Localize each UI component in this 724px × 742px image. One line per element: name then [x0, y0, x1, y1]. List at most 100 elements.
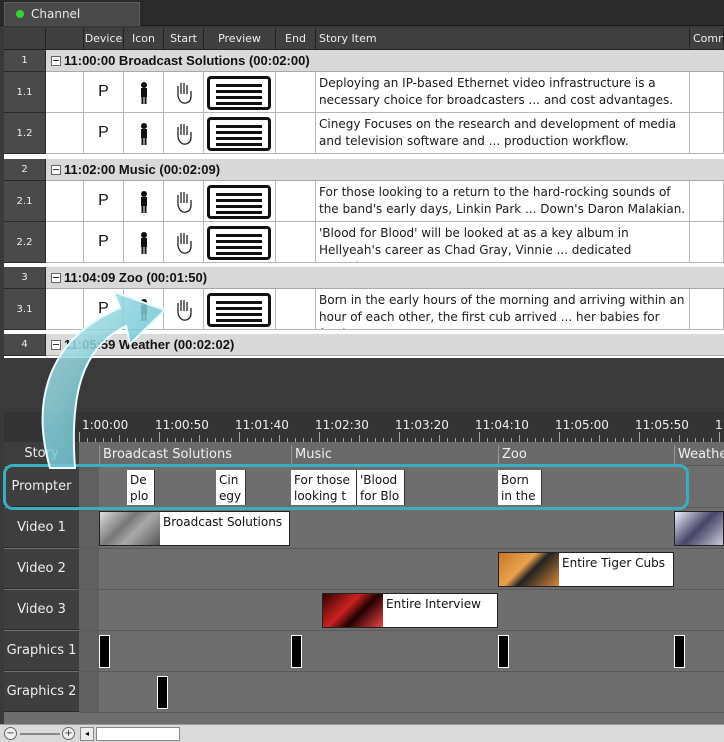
row-check-cell[interactable]	[46, 289, 84, 330]
group-row-zoo[interactable]: 11:04:09 Zoo (00:01:50)	[46, 267, 724, 289]
comment-cell[interactable]	[690, 289, 724, 330]
row-check-cell[interactable]	[46, 222, 84, 263]
comment-cell[interactable]	[690, 113, 724, 154]
zoom-in-icon[interactable]: +	[62, 727, 75, 740]
header-icon[interactable]: Icon	[124, 28, 164, 50]
preview-cell[interactable]	[204, 289, 276, 330]
comment-cell[interactable]	[690, 72, 724, 113]
prompter-clip[interactable]: 'Blood for Blo	[357, 470, 405, 505]
track-label-video-2: Video 2	[4, 549, 79, 589]
start-cell[interactable]	[164, 222, 204, 263]
track-label-graphics-1: Graphics 1	[4, 631, 79, 671]
story-cell[interactable]: Cinegy Focuses on the research and devel…	[316, 113, 690, 154]
story-cell[interactable]: 'Blood for Blood' will be looked at as a…	[316, 222, 690, 263]
collapse-icon[interactable]	[51, 340, 61, 350]
collapse-icon[interactable]	[51, 273, 61, 283]
graphics-2-lane	[79, 672, 724, 713]
collapse-icon[interactable]	[51, 165, 61, 175]
header-comment[interactable]: Comm	[690, 28, 724, 50]
video-clip-label: Entire Interview	[386, 597, 481, 611]
header-device[interactable]: Device	[84, 28, 124, 50]
row-check-cell[interactable]	[46, 181, 84, 222]
row-check-cell[interactable]	[46, 72, 84, 113]
group-number[interactable]: 1	[4, 50, 46, 72]
time-ruler[interactable]: 1:00:00 11:00:50 11:01:40 11:02:30 11:03…	[79, 412, 724, 442]
preview-cell[interactable]	[204, 72, 276, 113]
group-title: 11:05:59 Weather (00:02:02)	[64, 337, 235, 352]
graphics-marker[interactable]	[291, 635, 302, 668]
prompter-clip[interactable]: Born in the	[498, 470, 542, 505]
scroll-left-arrow-icon[interactable]: ◂	[80, 727, 94, 741]
tick-mark	[639, 432, 640, 442]
item-number[interactable]: 2.2	[4, 222, 46, 263]
graphics-marker[interactable]	[99, 635, 110, 668]
scrollbar-thumb[interactable]	[96, 727, 180, 741]
graphics-marker[interactable]	[498, 635, 509, 668]
zoom-out-icon[interactable]: −	[4, 727, 17, 740]
tick-label: 11:03:20	[395, 418, 449, 432]
header-preview[interactable]: Preview	[204, 28, 276, 50]
story-segment[interactable]: Broadcast Solutions	[99, 445, 291, 467]
person-icon-cell	[124, 289, 164, 330]
zoom-slider[interactable]	[20, 733, 60, 735]
end-cell[interactable]	[276, 113, 316, 154]
video-clip-thumbnail[interactable]	[674, 511, 724, 546]
group-row-music[interactable]: 11:02:00 Music (00:02:09)	[46, 159, 724, 181]
video-thumbnail	[499, 553, 559, 586]
group-row-broadcast-solutions[interactable]: 11:00:00 Broadcast Solutions (00:02:00)	[46, 50, 724, 72]
item-number[interactable]: 1.1	[4, 72, 46, 113]
collapse-icon[interactable]	[51, 56, 61, 66]
item-number[interactable]: 2.1	[4, 181, 46, 222]
graphics-marker[interactable]	[157, 676, 168, 709]
header-start[interactable]: Start	[164, 28, 204, 50]
story-segment[interactable]: Music	[291, 445, 498, 467]
tick-mark	[479, 432, 480, 442]
device-cell: P	[84, 113, 124, 154]
start-cell[interactable]	[164, 113, 204, 154]
device-cell: P	[84, 289, 124, 330]
start-cell[interactable]	[164, 181, 204, 222]
video-clip[interactable]: Entire Interview	[322, 593, 498, 628]
video-clip[interactable]: Entire Tiger Cubs	[498, 552, 674, 587]
track-label-video-3: Video 3	[4, 590, 79, 630]
story-cell[interactable]: Born in the early hours of the morning a…	[316, 289, 690, 330]
comment-cell[interactable]	[690, 181, 724, 222]
video-clip[interactable]: Broadcast Solutions	[99, 511, 290, 546]
tab-channel-ncrlist[interactable]: Channel 1.NCRList	[4, 2, 140, 43]
device-cell: P	[84, 72, 124, 113]
device-cell: P	[84, 181, 124, 222]
header-story-item[interactable]: Story Item	[316, 28, 690, 50]
end-cell[interactable]	[276, 72, 316, 113]
group-number[interactable]: 4	[4, 334, 46, 356]
tick-label: 11:0	[715, 418, 724, 432]
prompter-clip[interactable]: For those looking t	[291, 470, 357, 505]
start-cell[interactable]	[164, 289, 204, 330]
end-cell[interactable]	[276, 222, 316, 263]
item-number[interactable]: 1.2	[4, 113, 46, 154]
tick-mark	[119, 435, 120, 442]
tick-label: 11:05:00	[555, 418, 609, 432]
header-end[interactable]: End	[276, 28, 316, 50]
end-cell[interactable]	[276, 181, 316, 222]
item-number[interactable]: 3.1	[4, 289, 46, 330]
preview-cell[interactable]	[204, 181, 276, 222]
video-thumbnail	[323, 594, 383, 627]
tick-mark	[319, 432, 320, 442]
lane-margin	[79, 590, 99, 630]
story-segment[interactable]: Weathe	[674, 445, 724, 467]
row-check-cell[interactable]	[46, 113, 84, 154]
prompter-clip[interactable]: Cin egy	[216, 470, 246, 505]
prompter-clip[interactable]: De plo	[127, 470, 155, 505]
group-row-weather[interactable]: 11:05:59 Weather (00:02:02)	[46, 334, 724, 356]
comment-cell[interactable]	[690, 222, 724, 263]
story-cell[interactable]: Deploying an IP-based Ethernet video inf…	[316, 72, 690, 113]
end-cell[interactable]	[276, 289, 316, 330]
preview-cell[interactable]	[204, 113, 276, 154]
graphics-marker[interactable]	[674, 635, 685, 668]
preview-cell[interactable]	[204, 222, 276, 263]
start-cell[interactable]	[164, 72, 204, 113]
story-segment[interactable]: Zoo	[498, 445, 674, 467]
group-number[interactable]: 3	[4, 267, 46, 289]
group-number[interactable]: 2	[4, 159, 46, 181]
story-cell[interactable]: For those looking to a return to the har…	[316, 181, 690, 222]
